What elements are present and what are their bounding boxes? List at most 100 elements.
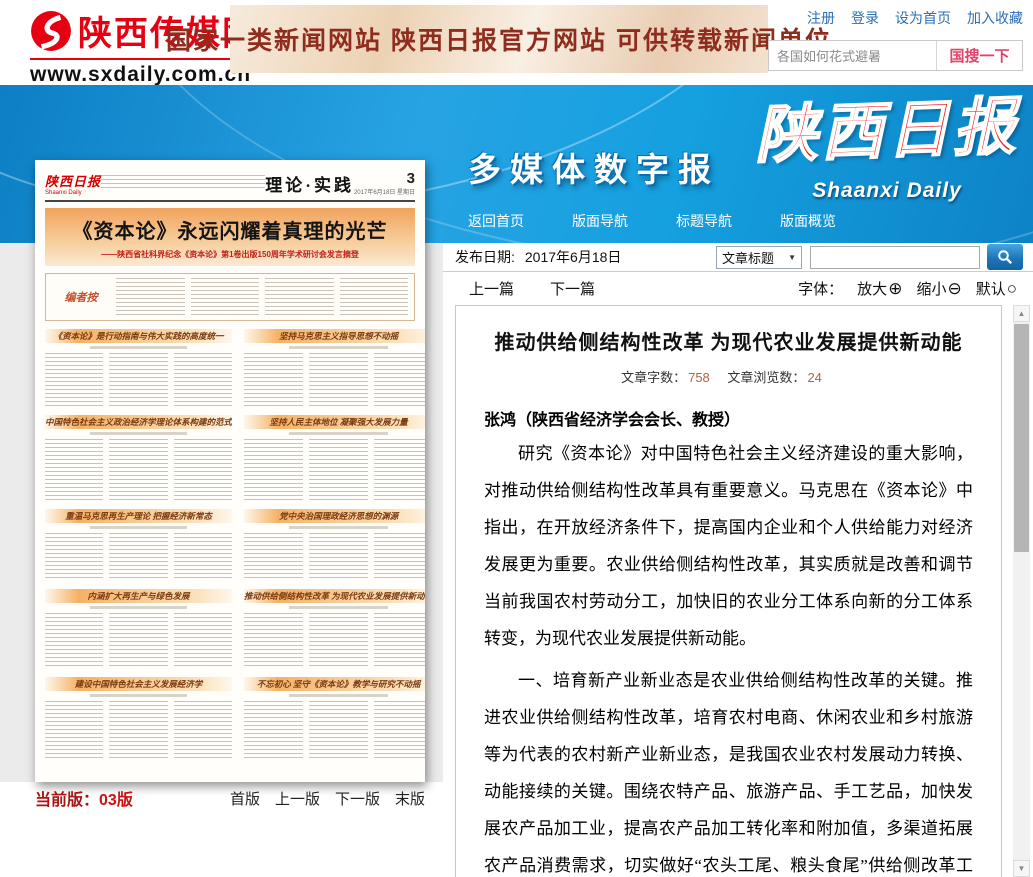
chevron-down-icon: ▼: [788, 253, 796, 262]
article-search-button[interactable]: [987, 244, 1023, 270]
thumbnail-headline[interactable]: 不忘初心 坚守《资本论》教学与研究不动摇: [244, 677, 425, 691]
thumbnail-article: 坚持人民主体地位 凝聚强大发展力量: [244, 415, 425, 501]
thumbnail-headline[interactable]: 坚持人民主体地位 凝聚强大发展力量: [244, 415, 425, 429]
thumbnail-byline: [90, 526, 187, 529]
font-zoom-in-button[interactable]: 放大 ⊕: [857, 278, 902, 299]
login-link[interactable]: 登录: [851, 8, 879, 28]
thumbnail-headline[interactable]: 内涵扩大再生产与绿色发展: [45, 589, 232, 603]
newsprint-text-block: [244, 353, 303, 407]
shaanxi-daily-logo: 陕西日报 Shaanxi Daily: [755, 85, 1019, 203]
newspaper-lead-title-box: 《资本论》永远闪耀着真理的光芒 ——陕西省社科界纪念《资本论》第1卷出版150周…: [45, 208, 415, 266]
thumbnail-headline[interactable]: 中国特色社会主义政治经济学理论体系构建的范式: [45, 415, 232, 429]
thumbnail-byline: [90, 606, 187, 609]
newsprint-text-block: [109, 439, 167, 501]
newsprint-text-block: [174, 613, 232, 669]
current-page-value: 03版: [99, 792, 133, 809]
publish-date-label: 发布日期:: [455, 247, 515, 267]
current-page-indicator: 当前版：03版: [35, 786, 133, 810]
thumbnail-article: 不忘初心 坚守《资本论》教学与研究不动摇: [244, 677, 425, 759]
site-header: 陕西传媒网 www.sxdaily.com.cn 国家一类新闻网站 陕西日报官方…: [0, 0, 1033, 85]
thumbnail-headline[interactable]: 建设中国特色社会主义发展经济学: [45, 677, 232, 691]
newsprint-text-block: [374, 439, 425, 501]
newsprint-text-block: [265, 278, 334, 316]
newsprint-text-block: [45, 353, 103, 407]
next-article-button[interactable]: 下一篇: [550, 278, 595, 299]
font-default-button[interactable]: 默认 ○: [976, 278, 1017, 299]
newsprint-text-block: [374, 533, 425, 581]
newspaper-date: 2017年6月18日 星期日: [354, 187, 415, 196]
shaanxi-daily-logo-cn: 陕西日报: [753, 85, 1020, 182]
thumbnail-byline: [90, 346, 187, 349]
thumbnail-article: 内涵扩大再生产与绿色发展: [45, 589, 232, 669]
site-url: www.sxdaily.com.cn: [30, 63, 258, 87]
thumbnail-article: 党中央治国理政经济思想的渊源: [244, 509, 425, 581]
word-count-value: 758: [688, 370, 710, 385]
prev-page-link[interactable]: 上一版: [275, 788, 320, 809]
digital-paper-title: 多媒体数字报: [468, 143, 720, 191]
thumbnail-headline[interactable]: 重温马克思再生产理论 把握经济新常态: [45, 509, 232, 523]
newspaper-section-label: 理论·实践: [265, 171, 354, 196]
thumbnail-byline: [90, 694, 187, 697]
first-page-link[interactable]: 首版: [230, 788, 260, 809]
newsprint-text-block: [45, 439, 103, 501]
thumbnail-article-current: 推动供给侧结构性改革 为现代农业发展提供新动能: [244, 589, 425, 669]
search-icon: [997, 249, 1013, 265]
register-link[interactable]: 注册: [807, 8, 835, 28]
newsprint-text-block: [244, 439, 303, 501]
thumbnail-headline-current[interactable]: 推动供给侧结构性改革 为现代农业发展提供新动能: [244, 589, 425, 603]
thumbnail-byline: [289, 432, 387, 435]
thumbnail-headline[interactable]: 党中央治国理政经济思想的渊源: [244, 509, 425, 523]
set-homepage-link[interactable]: 设为首页: [895, 8, 951, 28]
thumbnail-article: 建设中国特色社会主义发展经济学: [45, 677, 232, 759]
newspaper-lead-subtitle: ——陕西省社科界纪念《资本论》第1卷出版150周年学术研讨会发言摘登: [49, 249, 411, 260]
scrollbar-thumb[interactable]: [1014, 324, 1029, 552]
newsprint-text-block: [340, 278, 409, 316]
newsprint-text-block: [244, 613, 303, 669]
newspaper-page-thumbnail[interactable]: 陕西日报 Shaanxi Daily 理论·实践 3 2017年6月18日 星期…: [35, 160, 425, 782]
font-controls: 字体： 放大 ⊕ 缩小 ⊖ 默认 ○: [798, 278, 1017, 299]
hot-search-input[interactable]: 各国如何花式避暑: [769, 41, 936, 70]
newsprint-text-block: [101, 175, 265, 191]
next-page-link[interactable]: 下一版: [335, 788, 380, 809]
header-right: 注册 登录 设为首页 加入收藏 各国如何花式避暑 国搜一下: [768, 8, 1023, 71]
article-author: 张鸿（陕西省经济学会会长、教授）: [484, 406, 973, 430]
thumbnail-headline[interactable]: 坚持马克思主义指导思想不动摇: [244, 329, 425, 343]
nav-home[interactable]: 返回首页: [468, 211, 524, 231]
page-pager: 当前版：03版 首版 上一版 下一版 末版: [35, 786, 425, 810]
nav-page-overview[interactable]: 版面概览: [780, 211, 836, 231]
guosou-search-button[interactable]: 国搜一下: [936, 41, 1022, 70]
article-search-input[interactable]: [810, 246, 980, 269]
paper-nav: 返回首页 版面导航 标题导航 版面概览: [468, 211, 836, 231]
newsprint-text-block: [45, 701, 103, 759]
prev-article-button[interactable]: 上一篇: [469, 278, 514, 299]
newspaper-logo: 陕西日报 Shaanxi Daily: [45, 171, 101, 196]
article-scrollbar[interactable]: ▲ ▼: [1013, 305, 1030, 877]
search-field-select[interactable]: 文章标题 ▼: [716, 246, 802, 269]
newsprint-text-block: [116, 278, 185, 316]
scroll-down-icon[interactable]: ▼: [1013, 860, 1030, 877]
last-page-link[interactable]: 末版: [395, 788, 425, 809]
search-field-selected: 文章标题: [722, 248, 774, 267]
font-zoom-out-button[interactable]: 缩小 ⊖: [916, 278, 961, 299]
thumbnail-headline[interactable]: 《资本论》是行动指南与伟大实践的高度统一: [45, 329, 232, 343]
newsprint-text-block: [174, 701, 232, 759]
pager-links: 首版 上一版 下一版 末版: [230, 788, 425, 809]
article-paragraph: 一、培育新产业新业态是农业供给侧结构性改革的关键。推进农业供给侧结构性改革，培育…: [484, 662, 973, 877]
nav-page-navigation[interactable]: 版面导航: [572, 211, 628, 231]
zoom-out-icon: ⊖: [947, 279, 961, 299]
newsprint-text-block: [309, 613, 368, 669]
nav-title-navigation[interactable]: 标题导航: [676, 211, 732, 231]
add-favorite-link[interactable]: 加入收藏: [967, 8, 1023, 28]
newsprint-text-block: [45, 613, 103, 669]
newsprint-text-block: [109, 701, 167, 759]
zoom-in-label: 放大: [857, 278, 887, 299]
thumbnail-byline: [90, 432, 187, 435]
thumbnail-byline: [289, 526, 387, 529]
views-label: 文章浏览数：: [727, 370, 805, 385]
site-logo-icon: [30, 10, 72, 52]
thumbnail-article: 重温马克思再生产理论 把握经济新常态: [45, 509, 232, 581]
article-meta: 文章字数：758 文章浏览数：24: [484, 367, 973, 386]
zoom-out-label: 缩小: [916, 278, 946, 299]
scroll-up-icon[interactable]: ▲: [1013, 305, 1030, 322]
newsprint-text-block: [174, 439, 232, 501]
